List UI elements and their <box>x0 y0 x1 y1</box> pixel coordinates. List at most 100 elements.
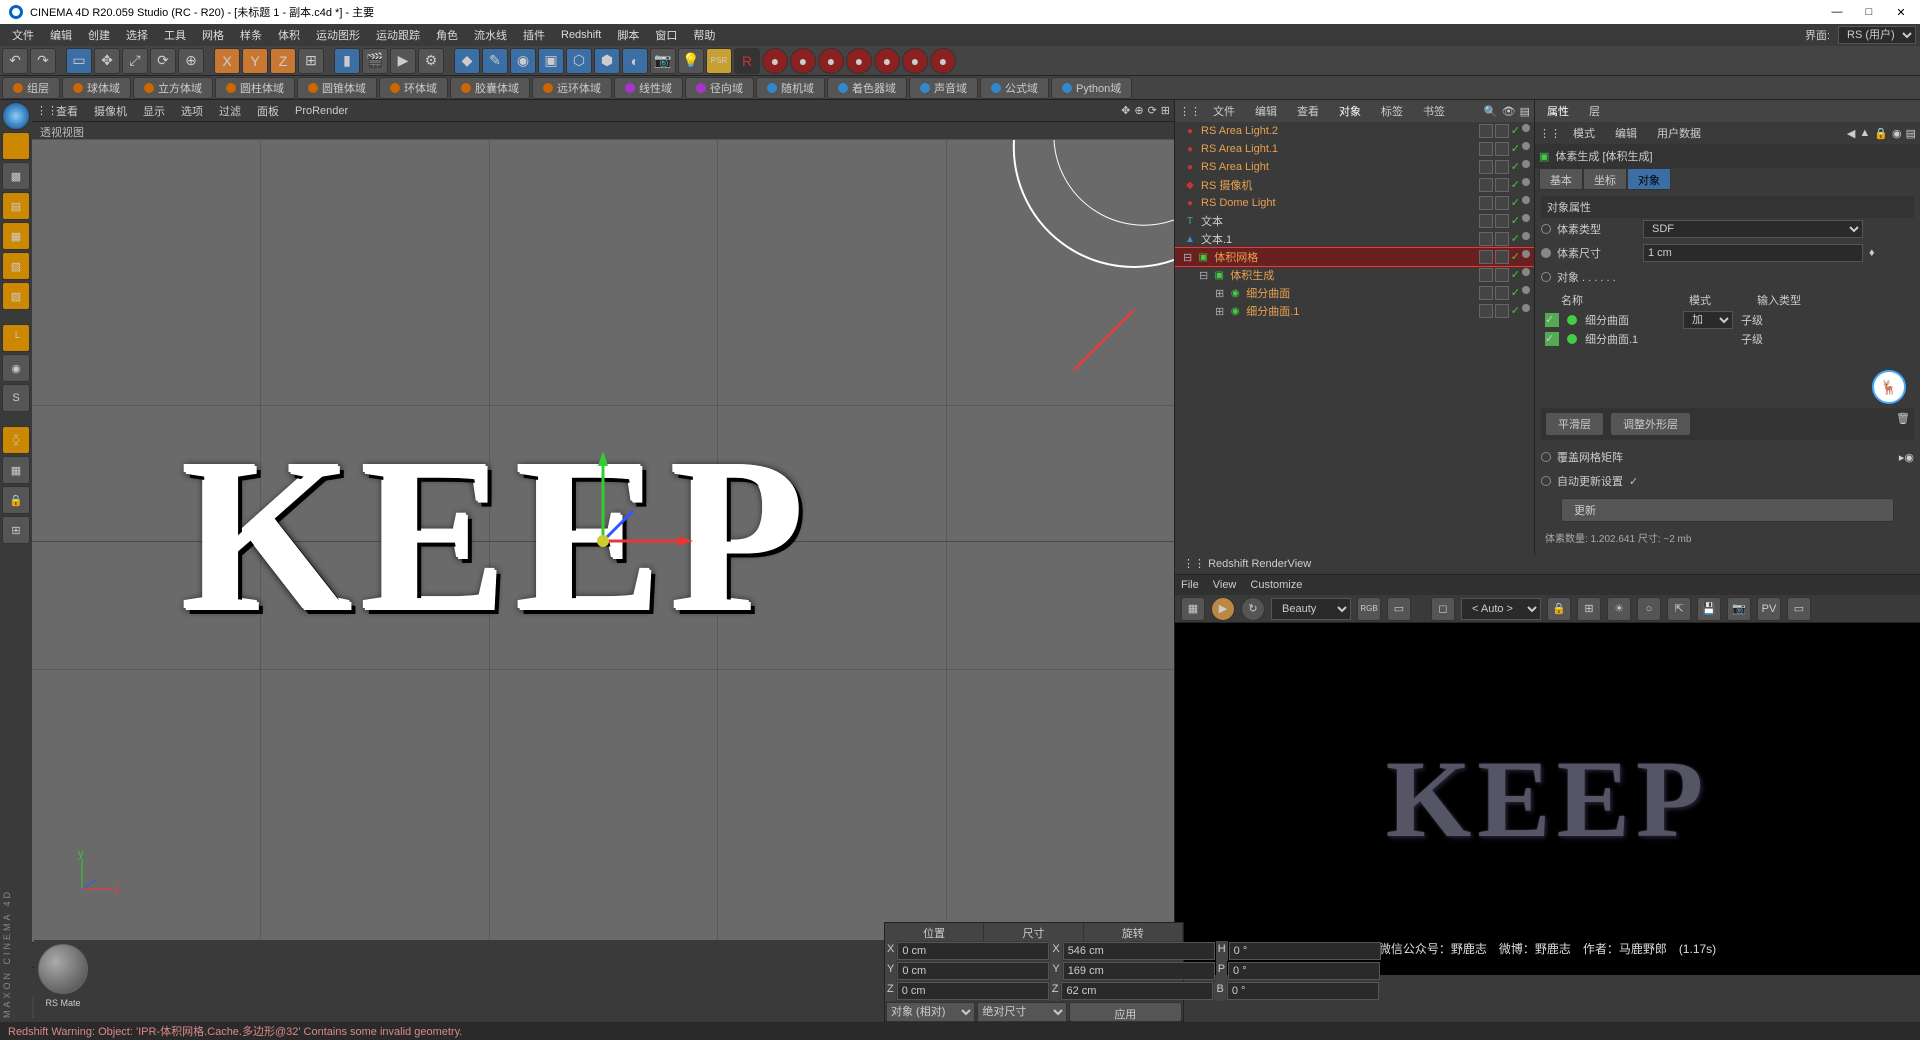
light-icon[interactable]: 💡 <box>678 48 704 74</box>
tag-icon[interactable] <box>1522 178 1530 186</box>
check-icon[interactable]: ✓ <box>1511 196 1520 210</box>
view-menu-display[interactable]: 显示 <box>135 103 173 119</box>
menu-tracking[interactable]: 运动跟踪 <box>368 27 428 43</box>
visibility-toggle[interactable] <box>1479 160 1493 174</box>
expand-icon[interactable]: ⊟ <box>1199 269 1208 282</box>
rv-snap-button[interactable]: 📷 <box>1727 597 1751 621</box>
coord-rot-input[interactable] <box>1227 982 1379 1000</box>
check-icon[interactable]: ✓ <box>1511 304 1520 318</box>
prop-size-input[interactable] <box>1643 244 1863 262</box>
attr-tab-layer[interactable]: 层 <box>1581 103 1608 119</box>
menu-character[interactable]: 角色 <box>428 27 466 43</box>
attr-userdata[interactable]: 用户数据 <box>1649 125 1709 141</box>
rv-view[interactable]: View <box>1213 579 1237 591</box>
menu-redshift[interactable]: Redshift <box>553 29 609 41</box>
coord-size-input[interactable] <box>1061 982 1213 1000</box>
rotate-tool[interactable]: ⟳ <box>150 48 176 74</box>
visibility-toggle[interactable] <box>1479 196 1493 210</box>
rv-zoom-select[interactable]: < Auto > <box>1461 598 1541 620</box>
menu-script[interactable]: 脚本 <box>609 27 647 43</box>
rv-refresh-button[interactable]: ↻ <box>1241 597 1265 621</box>
visibility-toggle[interactable] <box>1479 286 1493 300</box>
object-row[interactable]: T文本✓ <box>1175 212 1534 230</box>
axis-z-button[interactable]: Z <box>270 48 296 74</box>
tag-icon[interactable] <box>1522 214 1530 222</box>
menu-window[interactable]: 窗口 <box>647 27 685 43</box>
expand-icon[interactable]: ⊞ <box>1215 305 1224 318</box>
coord-size-input[interactable] <box>1063 962 1215 980</box>
expand-icon[interactable]: ⊞ <box>1215 287 1224 300</box>
render-toggle[interactable] <box>1495 268 1509 282</box>
tag-icon[interactable] <box>1522 268 1530 276</box>
object-row[interactable]: ●RS Area Light.1✓ <box>1175 140 1534 158</box>
tag-icon[interactable] <box>1522 124 1530 132</box>
object-row[interactable]: ▲文本.1✓ <box>1175 230 1534 248</box>
rv-arrow-button[interactable]: ⇱ <box>1667 597 1691 621</box>
rv-circle-button[interactable]: ○ <box>1637 597 1661 621</box>
rs-btn2[interactable]: ● <box>790 48 816 74</box>
more-icon[interactable]: ▤ <box>1906 127 1916 140</box>
uv-mode[interactable]: ◉ <box>2 354 30 382</box>
nav-icon2[interactable]: ⊕ <box>1134 104 1143 117</box>
model-mode[interactable] <box>2 132 30 160</box>
workplane-mode[interactable]: ▤ <box>2 192 30 220</box>
nav-icon[interactable]: ✥ <box>1121 104 1130 117</box>
check-icon[interactable]: ✓ <box>1545 332 1559 346</box>
menu-select[interactable]: 选择 <box>118 27 156 43</box>
rv-save-button[interactable]: 💾 <box>1697 597 1721 621</box>
visibility-toggle[interactable] <box>1479 250 1493 264</box>
attr-tab-attr[interactable]: 属性 <box>1539 103 1577 119</box>
nav-icon4[interactable]: ⊞ <box>1161 104 1170 117</box>
smooth-layer-button[interactable]: 平滑层 <box>1545 412 1604 436</box>
view-menu-filter[interactable]: 过滤 <box>211 103 249 119</box>
field-cube[interactable]: 立方体域 <box>133 77 213 99</box>
camera-icon[interactable]: 📷 <box>650 48 676 74</box>
clapper-icon[interactable]: 🎬 <box>362 48 388 74</box>
redo-button[interactable]: ↷ <box>30 48 56 74</box>
object-row[interactable]: ⊟▣体积生成✓ <box>1175 266 1534 284</box>
check-icon[interactable]: ✓ <box>1511 268 1520 282</box>
search-icon[interactable]: 🔍 <box>1484 105 1498 118</box>
tag-icon[interactable] <box>1522 196 1530 204</box>
prim4[interactable]: ▣ <box>538 48 564 74</box>
field-sphere[interactable]: 球体域 <box>62 77 131 99</box>
prim3[interactable]: ◉ <box>510 48 536 74</box>
reshape-layer-button[interactable]: 调整外形层 <box>1610 412 1691 436</box>
undo-button[interactable]: ↶ <box>2 48 28 74</box>
prim2[interactable]: ✎ <box>482 48 508 74</box>
rv-aov-select[interactable]: Beauty <box>1271 598 1351 620</box>
minimize-button[interactable]: — <box>1830 6 1844 19</box>
coord-pos-input[interactable] <box>897 962 1049 980</box>
menu-mograph[interactable]: 运动图形 <box>308 27 368 43</box>
render-toggle[interactable] <box>1495 142 1509 156</box>
gizmo-icon[interactable] <box>503 441 703 641</box>
select-tool[interactable]: ▭ <box>66 48 92 74</box>
check-icon[interactable]: ✓ <box>1511 142 1520 156</box>
visibility-toggle[interactable] <box>1479 304 1493 318</box>
rv-btn-last[interactable]: ▭ <box>1787 597 1811 621</box>
check-icon[interactable]: ✓ <box>1511 160 1520 174</box>
object-tree[interactable]: ●RS Area Light.2✓●RS Area Light.1✓●RS Ar… <box>1175 122 1534 555</box>
render-toggle[interactable] <box>1495 232 1509 246</box>
maximize-button[interactable]: □ <box>1862 6 1876 19</box>
object-row[interactable]: ⊞◉细分曲面.1✓ <box>1175 302 1534 320</box>
menu-spline[interactable]: 样条 <box>232 27 270 43</box>
view-menu-panel[interactable]: 面板 <box>249 103 287 119</box>
visibility-toggle[interactable] <box>1479 142 1493 156</box>
field-formula[interactable]: 公式域 <box>980 77 1049 99</box>
rv-sun-button[interactable]: ☀ <box>1607 597 1631 621</box>
object-row[interactable]: ●RS Area Light.2✓ <box>1175 122 1534 140</box>
om-view[interactable]: 查看 <box>1289 103 1327 119</box>
rs-btn7[interactable]: ● <box>930 48 956 74</box>
om-bookmark[interactable]: 书签 <box>1415 103 1453 119</box>
snap-button[interactable]: S <box>2 384 30 412</box>
field-group[interactable]: 组层 <box>2 77 60 99</box>
om-object[interactable]: 对象 <box>1331 103 1369 119</box>
coord-rot-input[interactable] <box>1229 942 1381 960</box>
view-menu-camera[interactable]: 摄像机 <box>86 103 135 119</box>
rv-crop-button[interactable]: ◻ <box>1431 597 1455 621</box>
trash-icon[interactable]: 🗑 <box>1896 412 1910 436</box>
cube-primitive[interactable]: ▮ <box>334 48 360 74</box>
deer-badge-icon[interactable]: 🦌 <box>1872 370 1906 404</box>
lock-icon[interactable]: 🔒 <box>1874 127 1888 140</box>
